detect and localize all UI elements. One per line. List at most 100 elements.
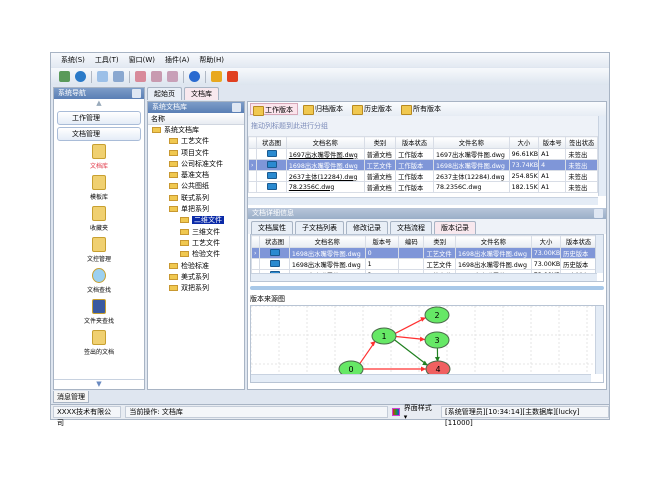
tree-node[interactable]: 公司标准文件 <box>148 159 244 170</box>
working-version-button[interactable]: 工作版本 <box>250 103 298 116</box>
horizontal-scrollbar[interactable] <box>248 197 598 205</box>
doc-red-icon[interactable] <box>135 71 146 82</box>
tab-start[interactable]: 起始页 <box>147 87 182 100</box>
column-header[interactable]: 大小 <box>530 235 562 248</box>
column-header[interactable]: 类别 <box>363 136 397 149</box>
nav-folder-search[interactable]: 文件夹查找 <box>54 298 144 329</box>
tree-node[interactable]: 三维文件 <box>148 227 244 238</box>
column-header[interactable]: 大小 <box>508 136 540 149</box>
tree-node[interactable]: 公共图纸 <box>148 181 244 192</box>
nav-doc-control[interactable]: 文控管理 <box>54 236 144 267</box>
nav-label: 文件夹查找 <box>83 318 114 325</box>
help-icon[interactable] <box>189 71 200 82</box>
table-cell <box>398 247 425 259</box>
scroll-up-icon[interactable]: ▲ <box>54 99 144 109</box>
tree-node[interactable]: 工艺文件 <box>148 238 244 249</box>
column-header[interactable]: 版本号 <box>538 136 567 149</box>
tree-node[interactable]: 工艺文件 <box>148 136 244 147</box>
nav-doc-search[interactable]: 文档查找 <box>54 267 144 298</box>
column-header[interactable]: 状态图 <box>256 136 287 149</box>
tree-node[interactable]: 美式系列 <box>148 272 244 283</box>
pin-icon[interactable] <box>132 89 141 98</box>
scroll-down-icon[interactable]: ▼ <box>54 379 144 389</box>
window-icon[interactable] <box>97 71 108 82</box>
version-node-label: 3 <box>434 336 439 345</box>
palette-icon <box>391 408 400 416</box>
version-node-label: 4 <box>435 365 440 374</box>
nav-favorites[interactable]: 收藏夹 <box>54 205 144 236</box>
menu-help[interactable]: 帮助(H) <box>199 55 224 65</box>
column-header[interactable]: 类别 <box>423 235 456 248</box>
menu-plugins[interactable]: 插件(A) <box>165 55 189 65</box>
table-cell: 未签出 <box>565 159 598 171</box>
menu-bar: 系统(S) 工具(T) 窗口(W) 插件(A) 帮助(H) <box>51 53 609 67</box>
horizontal-scrollbar[interactable] <box>251 374 591 382</box>
tree-node[interactable]: 二维文件 <box>148 215 244 226</box>
group-docs[interactable]: 文档管理 <box>57 127 141 141</box>
horizontal-scrollbar[interactable] <box>251 273 597 281</box>
layout-icon[interactable] <box>113 71 124 82</box>
tree-node[interactable]: 基准文档 <box>148 170 244 181</box>
table-row[interactable]: › 1698出水嘴零件图.dwg 工艺文件 工作版本 1698出水嘴零件图.dwg 73.… <box>247 159 598 171</box>
column-header[interactable]: 文档名称 <box>288 235 366 248</box>
group-work[interactable]: 工作管理 <box>57 111 141 125</box>
nav-checked-out[interactable]: 签出的文档 <box>54 329 144 360</box>
column-header[interactable]: 版本状态 <box>560 235 597 248</box>
tree-node[interactable]: 系统文档库 <box>148 125 244 136</box>
detail-tab[interactable]: 版本记录 <box>434 221 476 234</box>
tab-messages[interactable]: 消息管理 <box>53 391 89 403</box>
doc-edit-icon[interactable] <box>151 71 162 82</box>
column-header[interactable]: 编码 <box>398 235 425 248</box>
detail-tab[interactable]: 文档流程 <box>390 221 432 234</box>
menu-tools[interactable]: 工具(T) <box>95 55 119 65</box>
nav-doc-library[interactable]: 文档库 <box>54 143 144 174</box>
session-info: [系统管理员][10:34:14][主数据库][lucky][11000] <box>441 406 609 427</box>
detail-tab[interactable]: 修改记录 <box>346 221 388 234</box>
table-row[interactable]: 78.2356C.dwg普通文档工作版本78.2356C.dwg182.15KB… <box>247 181 598 193</box>
history-version-button[interactable]: 历史版本 <box>350 103 396 115</box>
globe-icon[interactable] <box>75 71 86 82</box>
divider <box>183 70 184 83</box>
vertical-scrollbar[interactable] <box>595 306 603 374</box>
tree-node[interactable]: 双把系列 <box>148 283 244 294</box>
pin-icon[interactable] <box>232 103 241 112</box>
table-row[interactable]: › 1698出水嘴零件图.dwg 0 工艺文件 1698出水嘴零件图.dwg 73.00K… <box>250 247 597 259</box>
column-header[interactable]: 状态图 <box>259 235 290 248</box>
pin-icon[interactable] <box>594 209 603 218</box>
doc-delete-icon[interactable] <box>167 71 178 82</box>
tab-doc-library[interactable]: 文档库 <box>184 87 219 100</box>
column-header[interactable]: 文件名称 <box>432 136 510 149</box>
style-dropdown[interactable]: 界面样式 ▾ <box>404 403 437 421</box>
vertical-scrollbar[interactable] <box>595 235 603 273</box>
table-cell: 96.61KB <box>508 148 540 160</box>
new-icon[interactable] <box>59 71 70 82</box>
tree-node[interactable]: 项目文件 <box>148 148 244 159</box>
column-header[interactable]: 版本号 <box>364 235 400 248</box>
column-header[interactable]: 文件名称 <box>455 235 532 248</box>
table-row[interactable]: 2637主体(12284).dwg 普通文档 工作版本 2637主体(12284).d… <box>247 170 598 182</box>
tree-node[interactable]: 检验标准 <box>148 261 244 272</box>
archived-version-button[interactable]: 归档版本 <box>301 103 347 115</box>
detail-title-text: 文档详细信息 <box>252 209 294 217</box>
power-icon[interactable] <box>227 71 238 82</box>
tree-column-header[interactable]: 名称 <box>148 113 244 125</box>
lock-icon[interactable] <box>211 71 222 82</box>
tree-node[interactable]: 检验文件 <box>148 249 244 260</box>
tree-node[interactable]: 单把系列 <box>148 204 244 215</box>
column-header[interactable]: 签出状态 <box>565 136 598 149</box>
table-cell: 工艺文件 <box>423 247 456 259</box>
table-row[interactable]: 1698出水嘴零件图.dwg 1 工艺文件 1698出水嘴零件图.dwg 73.00KB… <box>250 258 597 270</box>
detail-tab[interactable]: 子文档列表 <box>295 221 344 234</box>
table-row[interactable]: 1697出水嘴零件图.dwg 普通文档 工作版本 1697出水嘴零件图.dwg 96.6… <box>247 148 598 160</box>
detail-tab[interactable]: 文档属性 <box>251 221 293 234</box>
nav-templates[interactable]: 模板库 <box>54 174 144 205</box>
column-header[interactable]: 版本状态 <box>395 136 434 149</box>
column-header[interactable]: 文档名称 <box>285 136 365 149</box>
all-versions-button[interactable]: 所有版本 <box>399 103 445 115</box>
menu-system[interactable]: 系统(S) <box>61 55 85 65</box>
menu-window[interactable]: 窗口(W) <box>129 55 155 65</box>
table-cell <box>398 258 425 270</box>
splitter[interactable] <box>250 286 604 290</box>
vertical-scrollbar[interactable] <box>598 116 606 196</box>
tree-node[interactable]: 联式系列 <box>148 193 244 204</box>
